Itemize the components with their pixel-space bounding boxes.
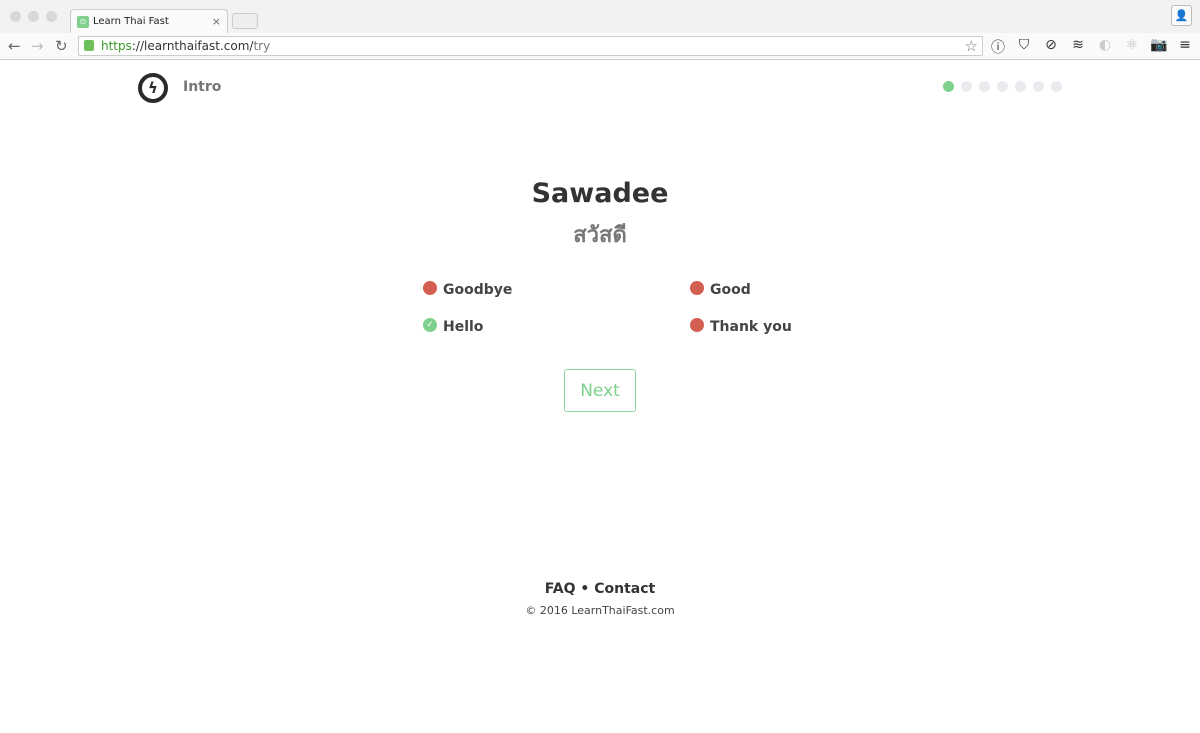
- camera-icon[interactable]: 📷: [1150, 37, 1168, 53]
- new-tab-button[interactable]: [232, 13, 258, 29]
- onepassword-icon[interactable]: ⓘ: [989, 37, 1007, 57]
- option-hello[interactable]: ✓ Hello: [423, 318, 484, 335]
- back-icon[interactable]: ←: [8, 37, 21, 55]
- option-goodbye[interactable]: Goodbye: [423, 281, 513, 298]
- extension-icon[interactable]: ◐: [1096, 37, 1114, 53]
- menu-icon[interactable]: ≡: [1176, 37, 1194, 53]
- question-thai: สวัสดี: [573, 223, 627, 248]
- tab-close-icon[interactable]: ×: [212, 15, 221, 28]
- minimize-window-button[interactable]: [28, 11, 39, 22]
- progress-dot: [997, 81, 1008, 92]
- progress-dot: [1033, 81, 1044, 92]
- compass-icon[interactable]: ⊘: [1042, 37, 1060, 53]
- address-bar[interactable]: https://learnthaifast.com/try ☆: [78, 36, 983, 56]
- browser-toolbar: ← → ↻ https://learnthaifast.com/try ☆ ⓘ …: [0, 33, 1200, 60]
- url-path: try: [253, 39, 271, 53]
- wrong-icon: [423, 281, 437, 295]
- faq-link[interactable]: FAQ: [545, 581, 576, 597]
- wrong-icon: [690, 281, 704, 295]
- progress-dot: [1015, 81, 1026, 92]
- footer-links: FAQ • Contact: [0, 581, 1200, 597]
- separator: •: [575, 581, 595, 597]
- pocket-icon[interactable]: ⛉: [1015, 37, 1033, 53]
- contact-link[interactable]: Contact: [594, 581, 655, 597]
- progress-dot: [979, 81, 990, 92]
- forward-icon[interactable]: →: [31, 37, 44, 55]
- lightning-logo-icon[interactable]: ϟ: [138, 73, 168, 103]
- buffer-icon[interactable]: ≋: [1069, 37, 1087, 53]
- url-scheme: https: [101, 39, 132, 53]
- close-window-button[interactable]: [10, 11, 21, 22]
- reload-icon[interactable]: ↻: [55, 37, 68, 55]
- tab-title: Learn Thai Fast: [93, 16, 169, 27]
- bookmark-star-icon[interactable]: ☆: [965, 37, 978, 55]
- progress-dot: [1051, 81, 1062, 92]
- wrong-icon: [690, 318, 704, 332]
- option-label: Thank you: [710, 319, 792, 335]
- url-host: ://learnthaifast.com/: [131, 39, 254, 53]
- option-good[interactable]: Good: [690, 281, 751, 298]
- option-label: Goodbye: [443, 282, 513, 298]
- favicon-icon: ⊙: [77, 15, 89, 28]
- next-button[interactable]: Next: [564, 369, 636, 412]
- option-label: Good: [710, 282, 751, 298]
- check-icon: ✓: [423, 318, 437, 332]
- option-thank-you[interactable]: Thank you: [690, 318, 792, 335]
- lock-icon: [84, 40, 94, 51]
- question-word: Sawadee: [531, 178, 669, 209]
- section-title: Intro: [183, 79, 222, 95]
- progress-dots: [943, 81, 1062, 92]
- progress-dot: [943, 81, 954, 92]
- app-header: ϟ Intro: [0, 60, 1200, 115]
- window-controls[interactable]: [10, 11, 57, 22]
- browser-titlebar: ⊙ Learn Thai Fast × 👤: [0, 0, 1200, 33]
- progress-dot: [961, 81, 972, 92]
- copyright: © 2016 LearnThaiFast.com: [525, 604, 675, 617]
- react-devtools-icon[interactable]: ⚛: [1123, 37, 1141, 53]
- browser-tab[interactable]: ⊙ Learn Thai Fast ×: [70, 9, 228, 33]
- profile-icon[interactable]: 👤: [1171, 5, 1192, 26]
- maximize-window-button[interactable]: [46, 11, 57, 22]
- option-label: Hello: [443, 319, 484, 335]
